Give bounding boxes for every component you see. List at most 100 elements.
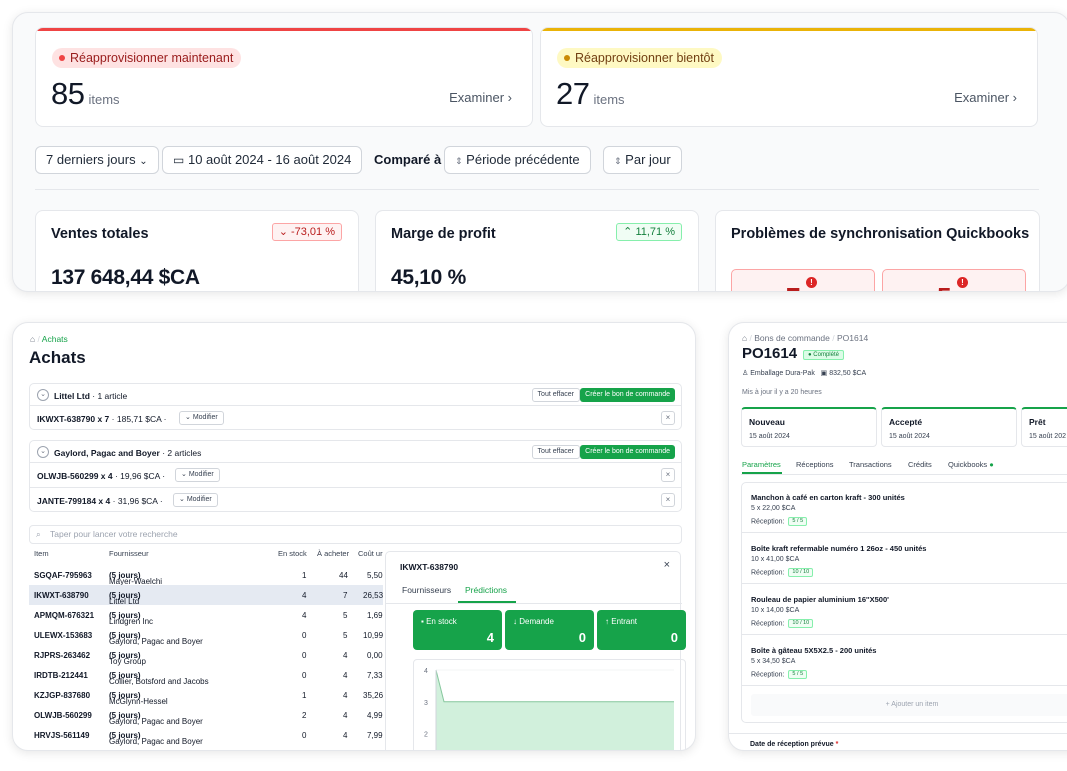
close-icon[interactable]: × xyxy=(661,468,675,482)
row-supplier: Gaylord, Pagac and Boyer (5 jours) xyxy=(109,711,203,726)
list-item[interactable]: Manchon à café en carton kraft - 300 uni… xyxy=(742,483,1067,533)
required-marker: * xyxy=(835,741,839,748)
compare-select[interactable]: ⇕ Période précédente xyxy=(444,146,591,174)
list-item[interactable]: Rouleau de papier aluminium 16''X500' 10… xyxy=(742,585,1067,635)
quickbooks-issue-tile[interactable]: 7 ! xyxy=(731,269,875,291)
supplier-item-count: 2 articles xyxy=(167,448,202,458)
order-line-sku: JANTE-799184 x 4 xyxy=(37,496,111,506)
search-input[interactable]: ⌕ Taper pour lancer votre recherche xyxy=(29,525,682,544)
chevron-down-icon: ⌄ xyxy=(185,414,191,421)
tab-quickbooks[interactable]: Quickbooks ● xyxy=(948,460,994,469)
chevron-down-icon[interactable]: ⌄ xyxy=(37,389,49,401)
breadcrumb-link[interactable]: Achats xyxy=(42,334,68,344)
close-icon[interactable]: × xyxy=(664,559,670,571)
table-row[interactable]: HRVJS-561149 Gaylord, Pagac and Boyer (5 … xyxy=(29,725,383,746)
breadcrumb-link[interactable]: Bons de commande xyxy=(754,333,830,343)
row-cost: 35,26 xyxy=(363,691,384,700)
po-total: 832,50 $CA xyxy=(829,370,867,377)
arrow-down-icon: ⌄ xyxy=(278,226,288,238)
table-row[interactable]: IRDTB-212441 Collier, Botsford and Jacobs… xyxy=(29,665,383,686)
table-row[interactable]: SGQAF-795963 Mayer-Waelchi (5 jours) 1 44 5,… xyxy=(29,565,383,586)
row-supplier: Collier, Botsford and Jacobs (5 jours) xyxy=(109,671,209,686)
supplier-item-count: 1 article xyxy=(97,391,128,401)
metric-card-quickbooks[interactable]: Problèmes de synchronisation Quickbooks … xyxy=(715,210,1040,291)
add-item-button[interactable]: + Ajouter un item xyxy=(751,694,1067,716)
chevron-down-icon: ⌄ xyxy=(181,471,187,478)
restock-soon-examine-link[interactable]: Examiner › xyxy=(954,90,1017,105)
selector-icon: ⇕ xyxy=(455,156,463,166)
clear-all-button[interactable]: Tout effacer xyxy=(531,445,580,459)
list-item[interactable]: Boîte kraft refermable numéro 1 26oz - 4… xyxy=(742,534,1067,584)
stat-value: 0 xyxy=(670,630,678,645)
tab-credits[interactable]: Crédits xyxy=(908,460,932,469)
metric-card-margin[interactable]: Marge de profit ⌃ 11,71 % 45,10 % xyxy=(375,210,699,291)
item-qty: 10 x 41,00 $CA xyxy=(751,556,800,563)
close-icon[interactable]: × xyxy=(661,493,675,507)
po-title: PO1614 xyxy=(742,345,798,362)
table-row[interactable]: IKWXT-638790 Littel Ltd (5 jours) 4 7 26,53 xyxy=(29,585,383,606)
status-dot-icon xyxy=(59,55,65,61)
tab-suppliers[interactable]: Fournisseurs xyxy=(402,585,451,595)
edit-line-button[interactable]: ⌄ Modifier xyxy=(173,493,218,507)
row-stock: 4 xyxy=(302,611,307,620)
chevron-down-icon[interactable]: ⌄ xyxy=(37,446,49,458)
supplier-group: ⌄ Gaylord, Pagac and Boyer · 2 articles … xyxy=(29,440,682,512)
range-select[interactable]: 7 derniers jours ⌄ xyxy=(35,146,159,174)
stat-label: ▪ En stock xyxy=(421,617,457,626)
row-cost: 4,99 xyxy=(367,711,383,720)
quickbooks-issue-tile[interactable]: 5 ! xyxy=(882,269,1026,291)
row-stock: 0 xyxy=(302,631,307,640)
tab-transactions[interactable]: Transactions xyxy=(849,460,892,469)
row-cost: 5,50 xyxy=(367,571,383,580)
edit-line-button[interactable]: ⌄ Modifier xyxy=(175,468,220,482)
table-row[interactable]: ULEWX-153683 Gaylord, Pagac and Boyer (5 … xyxy=(29,625,383,646)
table-row[interactable]: KZJGP-837680 McGlynn-Hessel (5 jours) 1 4 35… xyxy=(29,685,384,706)
chevron-down-icon: ⌄ xyxy=(139,156,148,167)
create-po-button[interactable]: Créer le bon de commande xyxy=(580,445,675,459)
edit-label: Modifier xyxy=(192,414,218,421)
restock-now-card[interactable]: Réapprovisionner maintenant 85 items Exam… xyxy=(35,27,533,127)
column-header-supplier[interactable]: Fournisseur xyxy=(109,549,149,558)
supplier-group-header: ⌄ Littel Ltd · 1 article Tout effacer Cr… xyxy=(30,384,681,406)
table-row[interactable]: RJPRS-263462 Toy Group (5 jours) 0 4 0,00 xyxy=(29,645,383,666)
tab-parameters[interactable]: Paramètres xyxy=(742,460,781,469)
tab-receptions[interactable]: Réceptions xyxy=(796,460,834,469)
edit-line-button[interactable]: ⌄ Modifier xyxy=(179,411,224,425)
restock-soon-card[interactable]: Réapprovisionner bientôt 27 items Examine… xyxy=(540,27,1038,127)
metric-value: 137 648,44 $CA xyxy=(51,266,200,289)
list-item[interactable]: Boîte à gâteau 5X5X2.5 - 200 unités 5 x … xyxy=(742,636,1067,686)
stat-label: ↑ Entrant xyxy=(605,617,637,626)
reception-label: Réception: xyxy=(751,518,785,526)
achats-panel: ⌂ / Achats Achats ⌄ Littel Ltd · 1 artic… xyxy=(12,322,696,751)
row-to-buy: 7 xyxy=(343,591,348,600)
create-po-button[interactable]: Créer le bon de commande xyxy=(580,388,675,402)
restock-soon-count-wrap: 27 items xyxy=(556,76,625,112)
column-header-item[interactable]: Item xyxy=(34,549,49,558)
row-item: HRVJS-561149 xyxy=(34,731,90,740)
delta-value: 11,71 % xyxy=(635,226,675,238)
row-stock: 1 xyxy=(302,691,307,700)
divider xyxy=(386,603,682,604)
order-line-text: OLWJB-560299 x 4 · 19,96 $CA · xyxy=(37,471,166,481)
restock-now-examine-link[interactable]: Examiner › xyxy=(449,90,512,105)
date-range-picker[interactable]: ▭ 10 août 2024 - 16 août 2024 xyxy=(162,146,363,174)
examine-label: Examiner xyxy=(449,90,505,105)
tab-predictions[interactable]: Prédictions xyxy=(465,585,507,595)
restock-now-label: Réapprovisionner maintenant xyxy=(70,51,234,65)
column-header-unit-cost[interactable]: Coût ur xyxy=(358,549,383,558)
close-icon[interactable]: × xyxy=(661,411,675,425)
granularity-select[interactable]: ⇕ Par jour xyxy=(603,146,682,174)
po-meta: ♙ Emballage Dura-Pak ▣ 832,50 $CA xyxy=(742,369,866,377)
column-header-to-buy[interactable]: À acheter xyxy=(317,549,349,558)
table-row[interactable]: OLWJB-560299 Gaylord, Pagac and Boyer (5 … xyxy=(29,705,383,726)
reception-badge: 5 / 5 xyxy=(788,670,808,679)
supplier-name: Littel Ltd xyxy=(54,391,90,401)
clear-all-button[interactable]: Tout effacer xyxy=(531,388,580,402)
order-line-price: 185,71 $CA xyxy=(116,414,162,424)
prediction-chart-frame: 4321 xyxy=(413,659,686,750)
row-item: APMQM-676321 xyxy=(34,611,95,620)
column-header-stock[interactable]: En stock xyxy=(278,549,307,558)
table-row[interactable]: APMQM-676321 Lindgren Inc (5 jours) 4 5 1,69 xyxy=(29,605,383,626)
restock-now-count: 85 xyxy=(51,76,85,111)
metric-card-sales[interactable]: Ventes totales ⌄ -73,01 % 137 648,44 $CA xyxy=(35,210,359,291)
